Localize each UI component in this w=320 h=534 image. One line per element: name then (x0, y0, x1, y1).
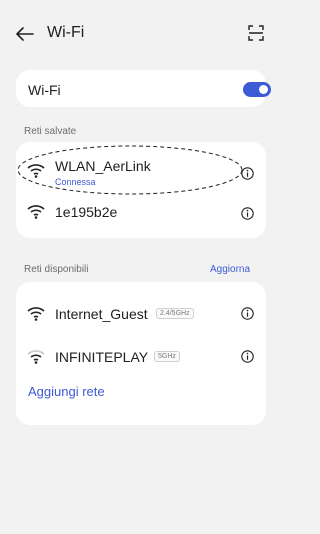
wifi-toggle-label: Wi-Fi (28, 82, 61, 98)
available-network-row-infiniteplay[interactable]: INFINITEPLAY 5GHz (16, 338, 266, 372)
add-network-button[interactable]: Aggiungi rete (28, 384, 105, 399)
wifi-signal-icon (26, 162, 46, 178)
network-name: INFINITEPLAY (55, 349, 149, 365)
network-name: Internet_Guest (55, 306, 148, 322)
available-network-row-internet-guest[interactable]: Internet_Guest 2.4/5GHz (16, 296, 266, 330)
network-name: WLAN_AerLink (55, 158, 151, 174)
wifi-signal-icon (26, 305, 46, 321)
refresh-button[interactable]: Aggiorna (210, 264, 250, 275)
connection-status: Connessa (55, 177, 96, 187)
arrow-left-icon[interactable] (16, 27, 34, 41)
network-name: 1e195b2e (55, 204, 118, 220)
toggle-knob (259, 85, 268, 94)
band-badge: 2.4/5GHz (156, 308, 194, 319)
wifi-signal-weak-icon (26, 348, 46, 364)
wifi-toggle[interactable] (243, 82, 271, 97)
saved-networks-card: WLAN_AerLink Connessa 1e195b2e (16, 142, 266, 238)
qr-scan-icon[interactable] (248, 25, 264, 41)
wifi-signal-icon (26, 203, 46, 219)
saved-network-row-wlan-aerlink[interactable]: WLAN_AerLink Connessa (16, 142, 266, 190)
available-networks-card: Internet_Guest 2.4/5GHz INFINITEPLAY 5GH… (16, 282, 266, 425)
wifi-toggle-card: Wi-Fi (16, 70, 271, 107)
info-icon[interactable] (241, 350, 254, 363)
page-title: Wi-Fi (47, 24, 85, 41)
saved-network-row-1e195b2e[interactable]: 1e195b2e (16, 190, 266, 238)
info-icon[interactable] (241, 307, 254, 320)
saved-networks-label: Reti salvate (24, 126, 77, 137)
info-icon[interactable] (241, 207, 254, 220)
top-bar: Wi-Fi (0, 0, 275, 70)
band-badge: 5GHz (154, 351, 180, 362)
available-networks-label: Reti disponibili (24, 264, 89, 275)
info-icon[interactable] (241, 167, 254, 180)
